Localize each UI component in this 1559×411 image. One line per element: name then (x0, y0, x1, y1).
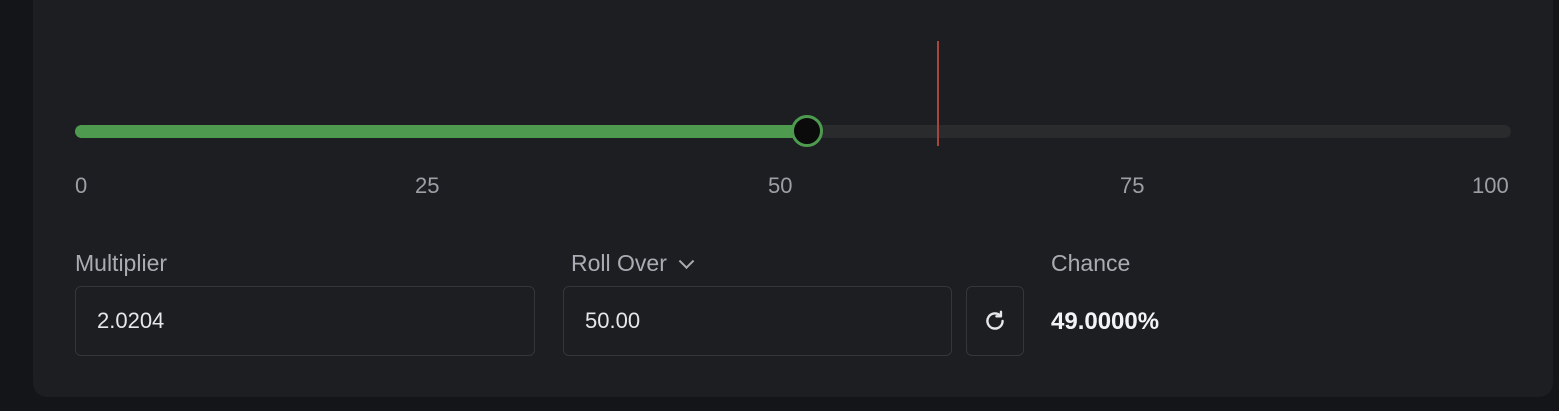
roll-over-dropdown[interactable]: Roll Over (571, 249, 695, 277)
roll-slider[interactable] (75, 41, 1511, 160)
tick-label: 100 (1472, 173, 1509, 198)
tick-label: 0 (75, 173, 88, 198)
roll-over-label: Roll Over (571, 250, 667, 276)
multiplier-label: Multiplier (75, 250, 168, 276)
chance-label: Chance (1051, 250, 1131, 276)
result-marker (936, 41, 939, 146)
tick-label: 75 (1120, 173, 1145, 198)
refresh-icon (986, 310, 1004, 330)
tick-label: 25 (415, 173, 440, 198)
roll-over-input[interactable] (564, 287, 951, 355)
slider-ticks: 0 25 50 75 100 (75, 173, 1511, 199)
refresh-button[interactable] (966, 286, 1024, 356)
chevron-down-icon (678, 253, 695, 270)
multiplier-field[interactable] (75, 286, 535, 356)
slider-thumb[interactable] (791, 115, 824, 147)
multiplier-input[interactable] (76, 287, 534, 355)
tick-label: 50 (768, 173, 793, 198)
chance-value: 49.0000% (1051, 308, 1160, 335)
roll-over-field[interactable] (563, 286, 952, 356)
slider-fill (75, 125, 808, 138)
